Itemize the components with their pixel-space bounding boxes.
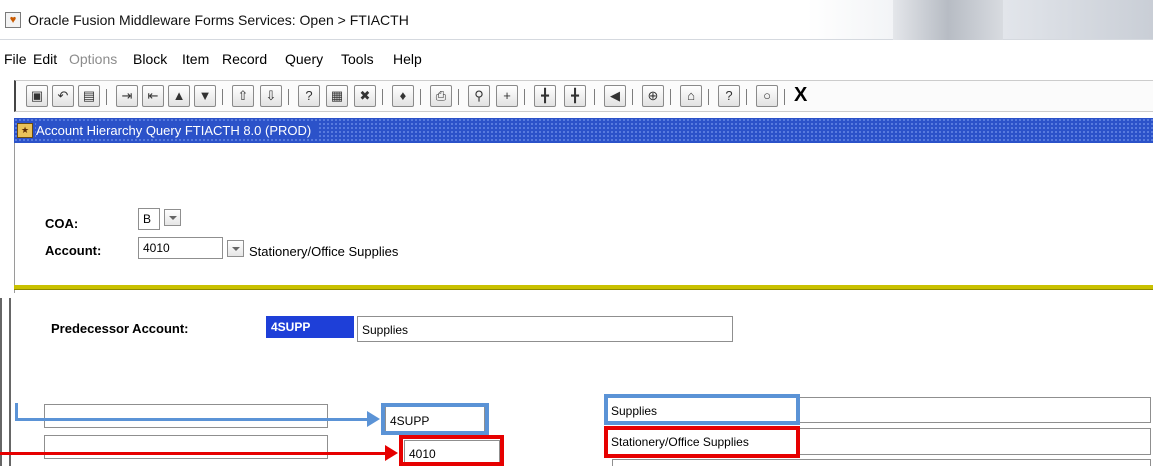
annotation-red-arrow [0,445,398,461]
toolbar-separator [106,89,107,105]
menu-block[interactable]: Block [133,51,167,67]
annotation-red-box [399,435,504,466]
form-header: ★ Account Hierarchy Query FTIACTH 8.0 (P… [14,118,1153,143]
annotation-red-box [604,426,800,458]
previous-record-icon[interactable]: ⇧ [232,85,254,107]
annotation-blue-line [15,403,18,420]
toolbar-separator [458,89,459,105]
annotation-blue-box [381,403,489,435]
java-app-icon: ♥ [5,12,21,28]
search-icon[interactable]: ⚲ [468,85,490,107]
account-description: Stationery/Office Supplies [249,244,399,259]
next-block-icon[interactable]: ▼ [194,85,216,107]
menu-tools[interactable]: Tools [341,51,374,67]
rollback-icon[interactable]: ↶ [52,85,74,107]
next-record-icon[interactable]: ⇩ [260,85,282,107]
print-icon[interactable]: ⎙ [430,85,452,107]
menu-bar: File Edit Options Block Item Record Quer… [0,48,1153,70]
form-title: Account Hierarchy Query FTIACTH 8.0 (PRO… [36,122,318,139]
menu-edit[interactable]: Edit [33,51,57,67]
hierarchy-description-field[interactable] [612,459,1151,466]
toolbar-separator [420,89,421,105]
save-icon[interactable]: ▣ [26,85,48,107]
hierarchy-level-field[interactable] [44,404,328,428]
account-field[interactable]: 4010 [138,237,223,259]
predecessor-description-field[interactable]: Supplies [357,316,733,342]
coa-field[interactable]: B [138,208,160,230]
toolbar-separator [288,89,289,105]
remove-record-icon[interactable]: ⇤ [142,85,164,107]
toolbar-separator [632,89,633,105]
menu-query[interactable]: Query [285,51,323,67]
light-bulb-icon[interactable]: ○ [756,85,778,107]
menu-record[interactable]: Record [222,51,267,67]
print-page-icon[interactable]: ▤ [78,85,100,107]
target-icon[interactable]: ⊕ [642,85,664,107]
annotation-blue-arrow [15,411,380,427]
toolbar-separator [670,89,671,105]
predecessor-label: Predecessor Account: [51,321,189,336]
related-icon[interactable]: ╋ [534,85,556,107]
key-icon[interactable]: ╋ [564,85,586,107]
previous-block-icon[interactable]: ▲ [168,85,190,107]
predecessor-account-field[interactable]: 4SUPP [266,316,354,338]
title-bar-blur [893,0,1003,40]
exit-button[interactable]: X [794,84,807,107]
account-label: Account: [45,243,102,258]
account-lov-button[interactable] [227,240,244,257]
menu-item[interactable]: Item [182,51,209,67]
left-border-line [0,298,2,466]
insert-record-icon[interactable]: ⇥ [116,85,138,107]
window-title-bar: ♥ Oracle Fusion Middleware Forms Service… [0,0,1153,40]
toolbar-separator [524,89,525,105]
coa-lov-button[interactable] [164,209,181,226]
toolbar-separator [784,89,785,105]
toolbar-separator [746,89,747,105]
attachment-icon[interactable]: ♦ [392,85,414,107]
toolbar: ▣ ↶ ▤ ⇥ ⇤ ▲ ▼ ⇧ ⇩ ? ▦ ✖ ♦ ⎙ ⚲ + ╋ ╋ ◀ ⊕ … [14,80,1153,112]
coa-label: COA: [45,216,79,231]
toolbar-separator [594,89,595,105]
menu-file[interactable]: File [4,51,27,67]
cancel-query-icon[interactable]: ✖ [354,85,376,107]
window-title: Oracle Fusion Middleware Forms Services:… [28,12,409,28]
menu-help[interactable]: Help [393,51,422,67]
left-rule [14,143,15,293]
form-icon: ★ [17,123,33,138]
toolbar-separator [708,89,709,105]
annotation-blue-box [604,394,800,425]
toolbar-separator [222,89,223,105]
hierarchy-level-field[interactable] [44,435,328,459]
left-border-line [9,298,11,466]
execute-query-icon[interactable]: ▦ [326,85,348,107]
enter-query-icon[interactable]: ? [298,85,320,107]
menu-options[interactable]: Options [69,51,117,67]
options-icon[interactable]: + [496,85,518,107]
help-icon[interactable]: ? [718,85,740,107]
toolbar-separator [382,89,383,105]
block-separator [14,285,1153,290]
home-icon[interactable]: ⌂ [680,85,702,107]
audio-icon[interactable]: ◀ [604,85,626,107]
